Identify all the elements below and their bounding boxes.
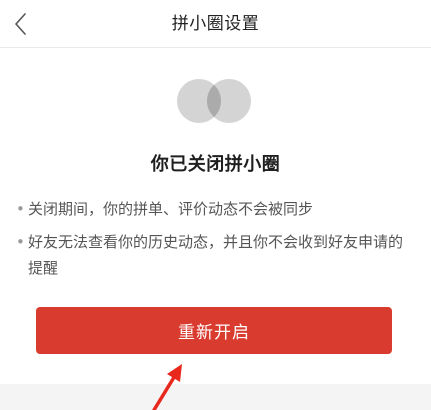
note-item: • 关闭期间，你的拼单、评价动态不会被同步: [16, 196, 411, 222]
page-title: 拼小圈设置: [171, 14, 260, 34]
note-text: 关闭期间，你的拼单、评价动态不会被同步: [28, 200, 314, 218]
nav-bar: 拼小圈设置: [0, 0, 431, 48]
note-text: 好友无法查看你的历史动态，并且你不会收到好友申请的提醒: [28, 233, 404, 277]
note-item: • 好友无法查看你的历史动态，并且你不会收到好友申请的提醒: [16, 229, 411, 281]
reopen-button[interactable]: 重新开启: [36, 307, 392, 354]
overlapping-circles-icon: [177, 79, 251, 123]
bottom-strip: [0, 384, 431, 410]
bullet-dot: •: [16, 233, 25, 251]
bullet-dot: •: [16, 200, 25, 218]
notes-list: • 关闭期间，你的拼单、评价动态不会被同步 • 好友无法查看你的历史动态，并且你…: [16, 196, 411, 288]
status-headline: 你已关闭拼小圈: [150, 154, 281, 175]
